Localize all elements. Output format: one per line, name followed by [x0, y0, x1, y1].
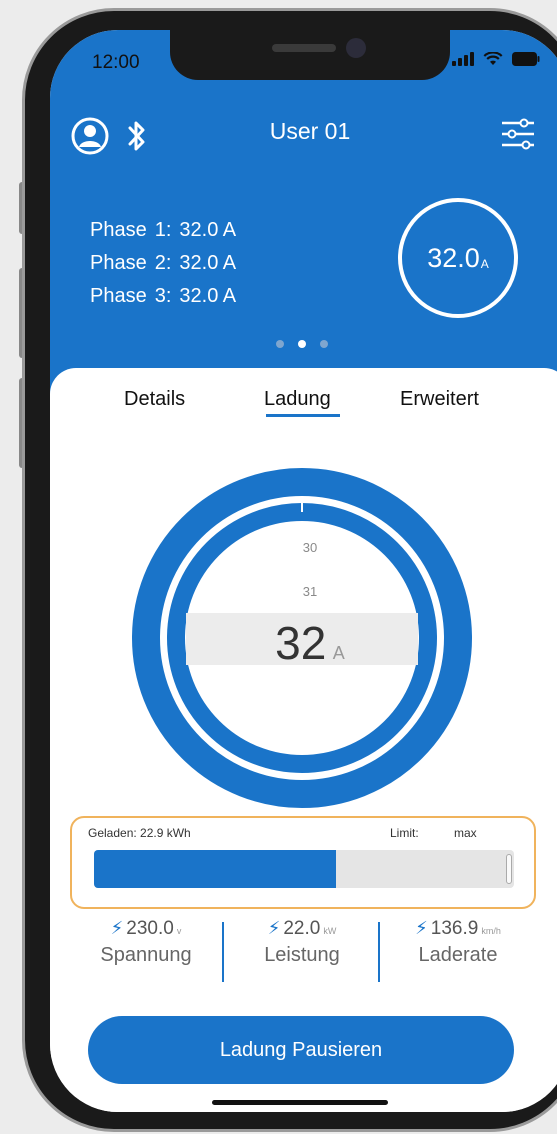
- phase-value: 32.0 A: [179, 219, 237, 241]
- stat-value: 22.0: [283, 918, 321, 939]
- stat-label: Spannung: [100, 944, 192, 966]
- phase-label: Phase: [90, 285, 147, 307]
- stat-power: ⚡︎ 22.0 kW Leistung: [222, 918, 382, 967]
- charged-energy: Geladen: 22.9 kWh: [88, 826, 191, 840]
- settings-sliders-icon[interactable]: [500, 114, 536, 159]
- stat-divider: [222, 922, 224, 982]
- current-unit: A: [480, 257, 489, 271]
- phase-number: 1:: [154, 219, 172, 241]
- phase-label: Phase: [90, 252, 147, 274]
- tab-details[interactable]: Details: [124, 388, 185, 411]
- active-tab-indicator: [266, 414, 340, 417]
- home-indicator[interactable]: [212, 1100, 388, 1105]
- phase-row: Phase 3: 32.0 A: [90, 280, 236, 313]
- charge-progress-panel: Geladen: 22.9 kWh Limit: max: [70, 816, 536, 909]
- current-value: 32.0: [427, 242, 480, 273]
- phase-number: 3:: [154, 285, 172, 307]
- lightning-bolt-icon: ⚡︎: [267, 918, 281, 938]
- stat-value: 230.0: [126, 918, 174, 939]
- limit-label: Limit:: [390, 826, 419, 840]
- phone-screen: 12:00 User 01 Phase 1: 32.0 A Phase 2: 3…: [50, 30, 557, 1112]
- tab-ladung[interactable]: Ladung: [264, 388, 331, 411]
- phase-value: 32.0 A: [179, 252, 237, 274]
- wifi-icon: [483, 52, 503, 66]
- limit-value: max: [454, 826, 477, 840]
- speaker-grille: [272, 44, 336, 52]
- user-name: User 01: [269, 118, 351, 144]
- phase-row: Phase 2: 32.0 A: [90, 247, 236, 280]
- page-dot-active[interactable]: [298, 340, 306, 348]
- dial-value-31: 31: [302, 584, 318, 599]
- selected-current: 32: [275, 617, 327, 669]
- stat-charge-rate: ⚡︎ 136.9 km/h Laderate: [378, 918, 538, 967]
- phase-list: Phase 1: 32.0 A Phase 2: 32.0 A Phase 3:…: [90, 214, 236, 313]
- limit-slider-handle[interactable]: [506, 854, 512, 884]
- stat-unit: kW: [323, 926, 337, 936]
- phase-value: 32.0 A: [179, 285, 237, 307]
- phase-row: Phase 1: 32.0 A: [90, 214, 236, 247]
- lightning-bolt-icon: ⚡︎: [110, 918, 124, 938]
- header: 12:00 User 01 Phase 1: 32.0 A Phase 2: 3…: [50, 30, 557, 410]
- status-time: 12:00: [92, 52, 140, 73]
- stat-voltage: ⚡︎ 230.0 v Spannung: [66, 918, 226, 967]
- current-gauge: 32.0 A: [398, 198, 518, 318]
- signal-icon: [452, 52, 474, 66]
- phase-number: 2:: [154, 252, 172, 274]
- page-dot[interactable]: [320, 340, 328, 348]
- notch: [170, 30, 450, 80]
- dial-selected-value: 32 A: [50, 616, 557, 670]
- pause-charging-button[interactable]: Ladung Pausieren: [88, 1016, 514, 1084]
- stat-label: Leistung: [264, 944, 340, 966]
- tab-erweitert[interactable]: Erweitert: [400, 388, 479, 411]
- battery-icon: [512, 52, 540, 66]
- charge-progress-fill: [94, 850, 336, 888]
- stat-divider: [378, 922, 380, 982]
- stat-label: Laderate: [418, 944, 498, 966]
- charge-progress-bar: [94, 850, 514, 888]
- page-indicator: [276, 340, 328, 348]
- stats-row: ⚡︎ 230.0 v Spannung ⚡︎ 22.0 kW Leistung …: [50, 918, 557, 988]
- dial-value-30: 30: [302, 540, 318, 555]
- status-icons: [452, 52, 540, 66]
- front-camera: [346, 38, 366, 58]
- lightning-bolt-icon: ⚡︎: [415, 918, 428, 938]
- stat-unit: km/h: [481, 926, 501, 936]
- phase-label: Phase: [90, 219, 147, 241]
- stat-value: 136.9: [430, 918, 479, 939]
- stat-unit: v: [176, 926, 182, 936]
- selected-current-unit: A: [332, 643, 345, 663]
- page-dot[interactable]: [276, 340, 284, 348]
